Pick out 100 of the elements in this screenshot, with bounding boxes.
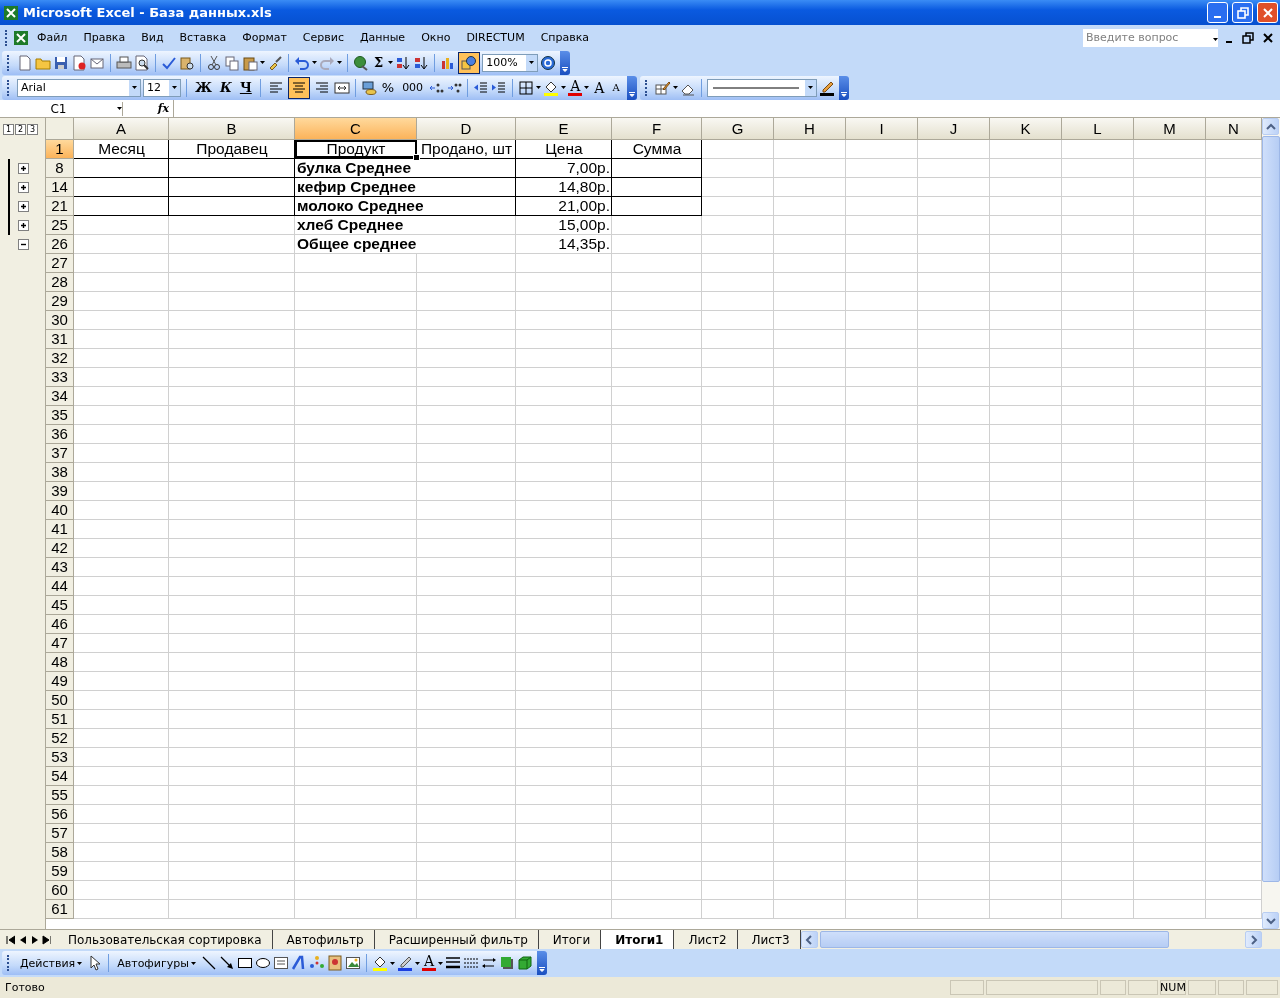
column-letter[interactable]: F [612, 118, 702, 140]
scrollbar-thumb[interactable] [819, 931, 1169, 948]
font-color-button[interactable]: A [421, 955, 436, 971]
clipboard-icon[interactable] [242, 54, 258, 71]
row-number[interactable]: 59 [46, 862, 74, 881]
row-number[interactable]: 31 [46, 330, 74, 349]
arrow-icon[interactable] [218, 955, 235, 971]
expand-button[interactable] [18, 201, 29, 212]
sort-descending-icon[interactable] [413, 54, 430, 71]
toolbar-options-button[interactable] [560, 50, 571, 75]
drawing-toggle-button[interactable] [458, 51, 481, 74]
caret-icon[interactable] [536, 86, 542, 89]
underline-button[interactable]: Ч [236, 80, 255, 95]
row-number[interactable]: 33 [46, 368, 74, 387]
caret-icon[interactable] [414, 961, 420, 965]
toolbar-options-button[interactable] [537, 951, 547, 975]
column-letter[interactable]: G [702, 118, 774, 140]
restore-icon[interactable] [1240, 29, 1256, 46]
column-letter[interactable]: J [918, 118, 990, 140]
caret-icon[interactable] [807, 86, 813, 89]
coins-icon[interactable] [360, 79, 377, 96]
autoshapes-menu[interactable]: Автофигуры [114, 956, 199, 970]
printer-icon[interactable] [116, 54, 132, 71]
row-number[interactable]: 60 [46, 881, 74, 900]
autosum-button[interactable]: Σ [371, 55, 387, 70]
row-number[interactable]: 14 [46, 178, 74, 197]
menu-item[interactable]: DIRECTUM [458, 29, 533, 46]
font-color-button[interactable]: A [568, 79, 583, 96]
caret-icon[interactable] [561, 86, 567, 89]
close-button[interactable] [1257, 2, 1278, 23]
scrollbar-thumb[interactable] [1262, 136, 1280, 882]
row-number[interactable]: 1 [46, 140, 74, 159]
indent-icon[interactable] [491, 79, 508, 96]
row-number[interactable]: 26 [46, 235, 74, 254]
dash-style-icon[interactable] [463, 955, 479, 971]
scroll-up-button[interactable] [1262, 118, 1279, 135]
zoom-dropdown[interactable]: 100% [482, 53, 539, 72]
row-number[interactable]: 30 [46, 311, 74, 330]
caret-icon[interactable] [117, 107, 122, 110]
row-number[interactable]: 28 [46, 273, 74, 292]
menu-item[interactable]: Файл [29, 29, 76, 46]
row-number[interactable]: 32 [46, 349, 74, 368]
caret-icon[interactable] [132, 86, 137, 89]
row-number[interactable]: 45 [46, 596, 74, 615]
caret-icon[interactable] [672, 86, 678, 89]
expand-button[interactable] [18, 182, 29, 193]
column-letter[interactable]: I [846, 118, 918, 140]
line-color-icon[interactable] [396, 955, 413, 971]
document-icon[interactable] [17, 54, 33, 71]
row-number[interactable]: 42 [46, 539, 74, 558]
workbook-icon[interactable] [13, 29, 29, 46]
shadow-icon[interactable] [499, 955, 515, 971]
row-number[interactable]: 40 [46, 501, 74, 520]
merge-center-icon[interactable] [333, 79, 350, 96]
paint-bucket-icon[interactable] [543, 79, 560, 96]
menu-item[interactable]: Данные [351, 29, 414, 46]
outdent-icon[interactable] [473, 79, 490, 96]
column-letter[interactable]: L [1062, 118, 1134, 140]
collapse-button[interactable] [18, 239, 29, 250]
menu-item[interactable]: Справка [532, 29, 598, 46]
text-box-icon[interactable] [272, 955, 289, 971]
caret-icon[interactable] [312, 61, 317, 64]
scroll-down-button[interactable] [1262, 912, 1279, 929]
caret-icon[interactable] [388, 61, 394, 64]
row-number[interactable]: 54 [46, 767, 74, 786]
toolbar-options-button[interactable] [838, 75, 849, 100]
row-number[interactable]: 29 [46, 292, 74, 311]
row-number[interactable]: 53 [46, 748, 74, 767]
insert-function-button[interactable]: fx [123, 102, 173, 115]
pencil-grid-icon[interactable] [654, 79, 671, 96]
scissors-icon[interactable] [206, 54, 222, 71]
align-center-button[interactable] [287, 76, 310, 99]
column-letter[interactable]: K [990, 118, 1062, 140]
ellipse-icon[interactable] [254, 955, 271, 971]
row-number[interactable]: 35 [46, 406, 74, 425]
sort-ascending-icon[interactable] [395, 54, 412, 71]
row-number[interactable]: 61 [46, 900, 74, 919]
line-style-icon[interactable] [445, 955, 461, 971]
caret-icon[interactable] [172, 86, 177, 89]
italic-button[interactable]: К [217, 80, 235, 95]
row-number[interactable]: 57 [46, 824, 74, 843]
bold-button[interactable]: Ж [192, 80, 216, 95]
row-number[interactable]: 56 [46, 805, 74, 824]
row-number[interactable]: 46 [46, 615, 74, 634]
percent-button[interactable]: % [378, 80, 398, 95]
question-field[interactable]: Введите вопрос [1083, 28, 1218, 47]
arrow-style-icon[interactable] [481, 955, 497, 971]
row-number[interactable]: 39 [46, 482, 74, 501]
restore-button[interactable] [1232, 2, 1253, 23]
picture-icon[interactable] [344, 955, 361, 971]
outline-level-button[interactable]: 1 [3, 123, 14, 135]
column-letter[interactable]: A [74, 118, 169, 140]
name-box[interactable]: C1 [0, 101, 123, 116]
caret-icon[interactable] [438, 961, 443, 965]
row-number[interactable]: 58 [46, 843, 74, 862]
brush-icon[interactable] [267, 54, 283, 71]
font-dropdown[interactable]: Arial [17, 78, 141, 97]
caret-icon[interactable] [260, 61, 265, 64]
row-number[interactable]: 8 [46, 159, 74, 178]
caret-icon[interactable] [1213, 38, 1218, 41]
